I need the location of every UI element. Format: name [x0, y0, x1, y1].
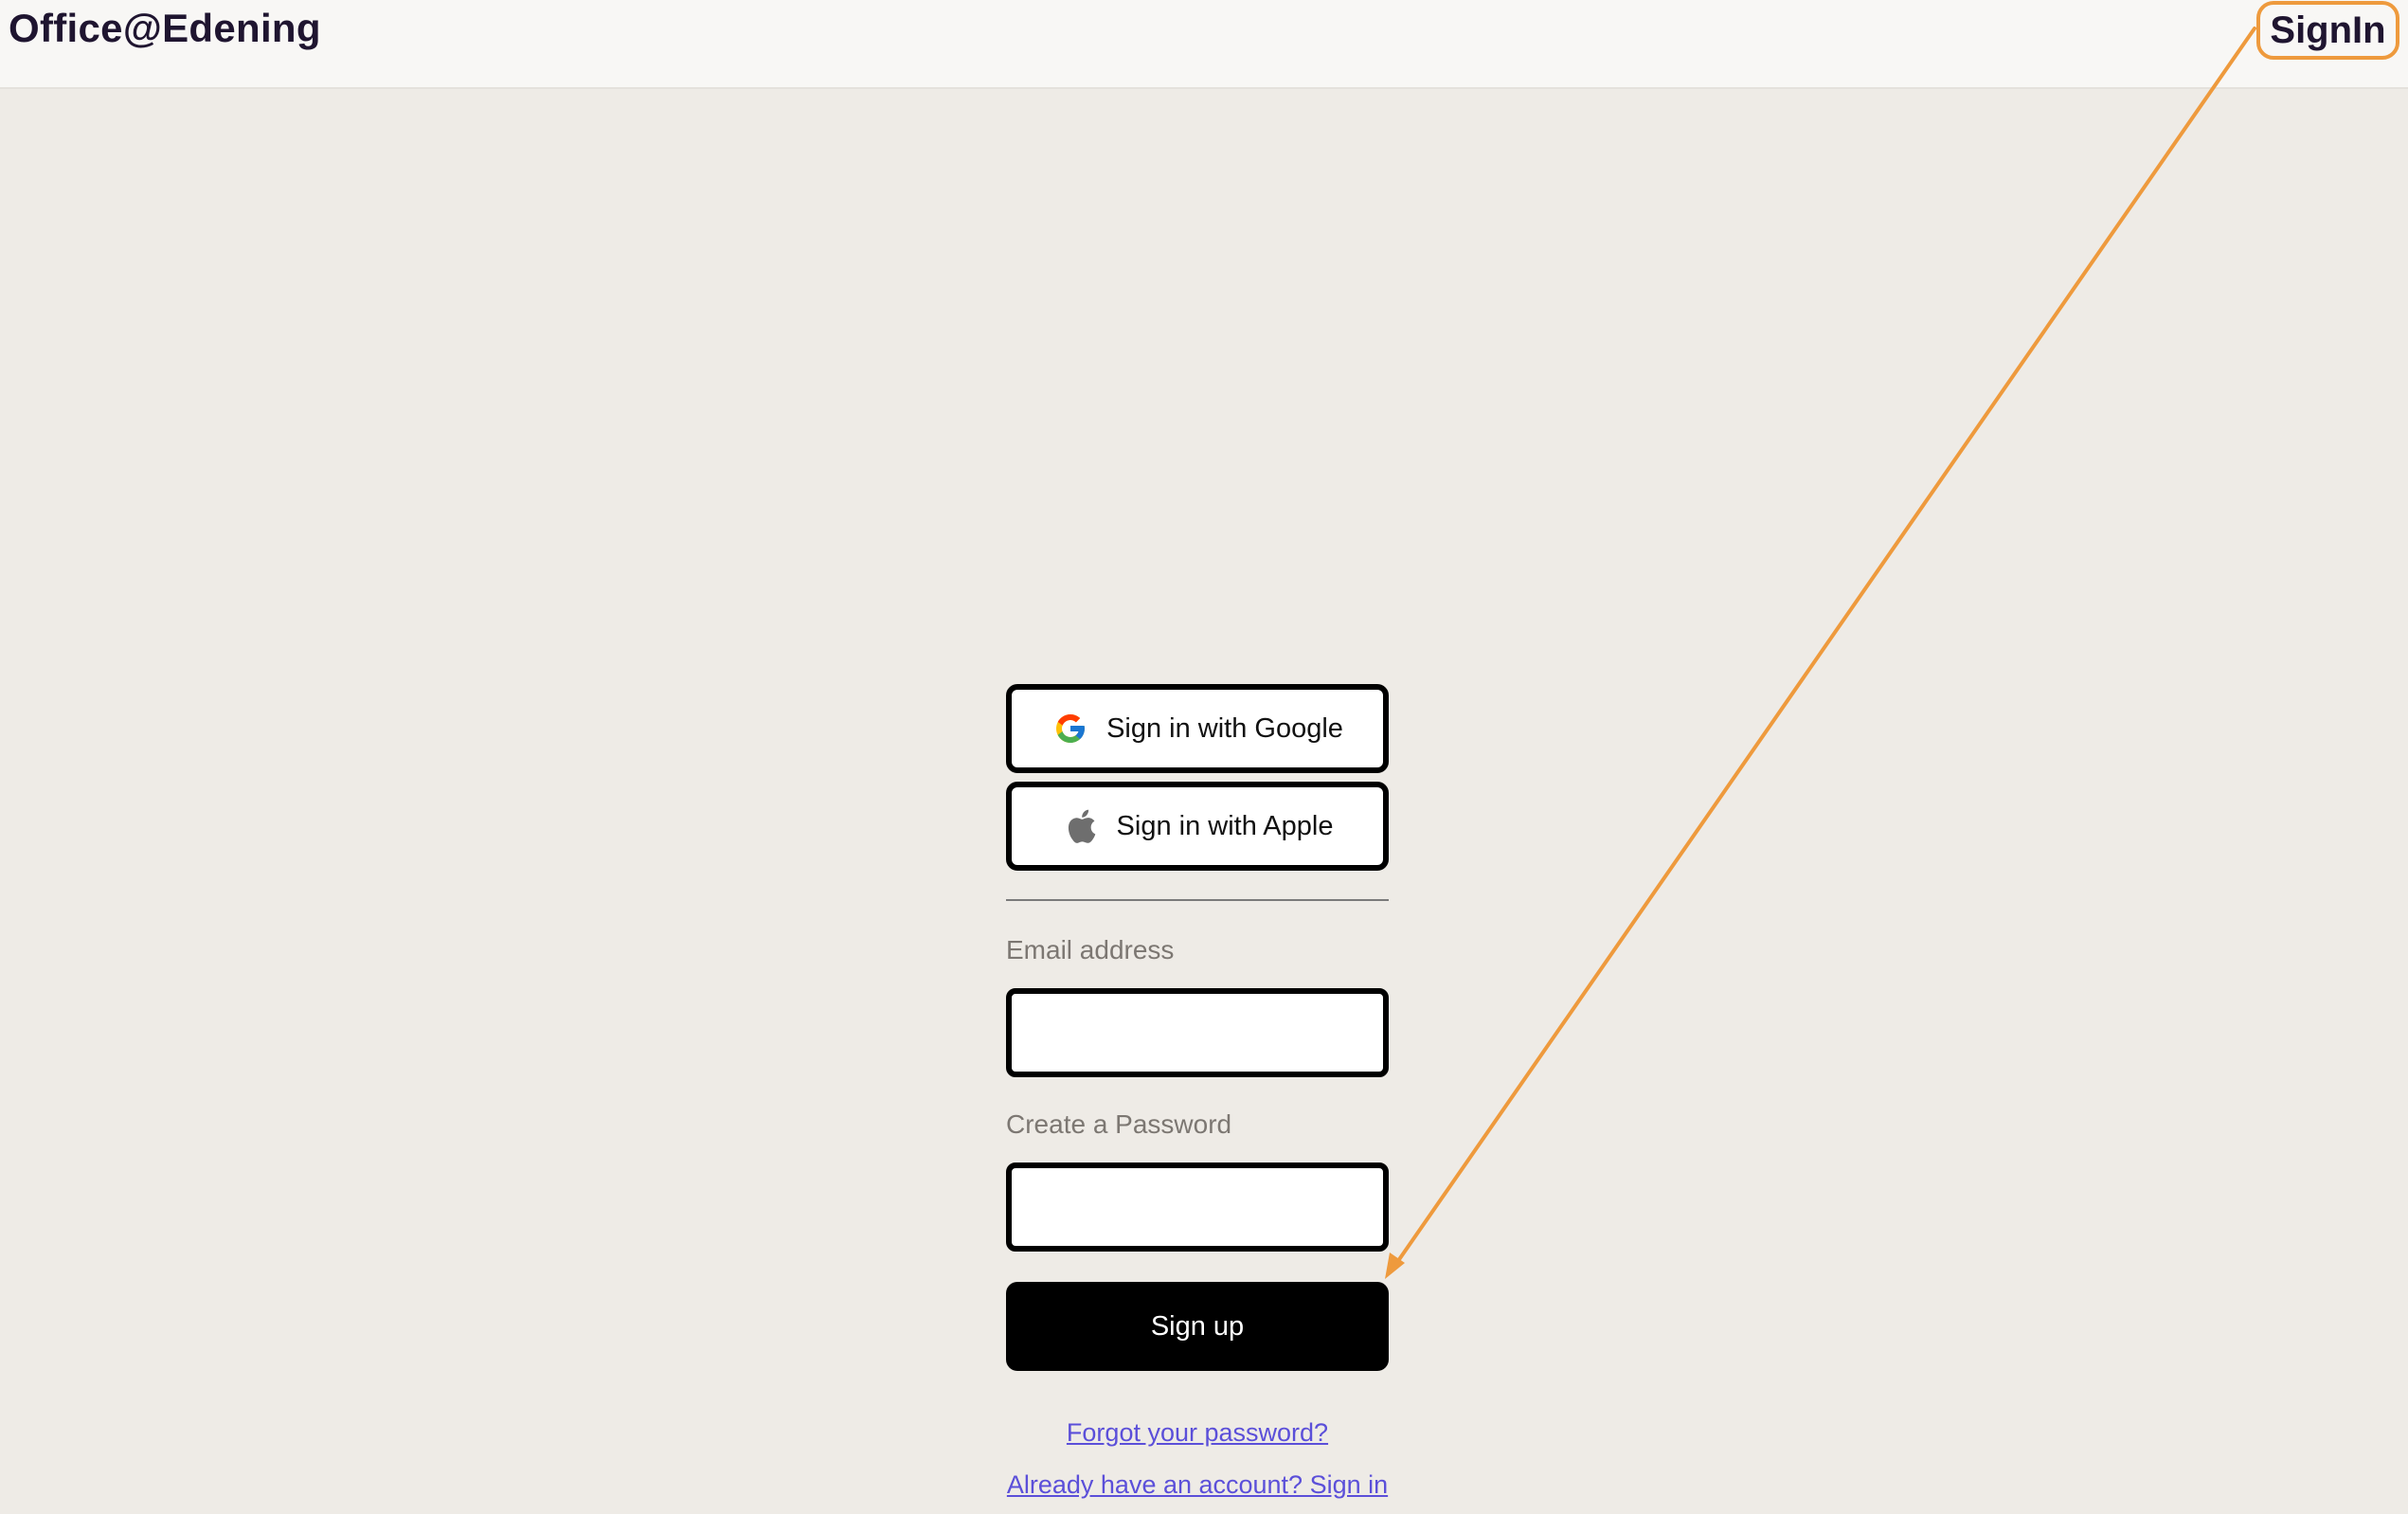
brand-logo[interactable]: Office@Edening	[9, 6, 321, 51]
password-field[interactable]	[1006, 1163, 1389, 1252]
divider	[1006, 899, 1389, 901]
header-signin-label: SignIn	[2270, 9, 2386, 51]
google-icon	[1051, 710, 1089, 748]
annotation-arrow-line	[1392, 27, 2256, 1270]
signup-button[interactable]: Sign up	[1006, 1282, 1389, 1371]
email-field[interactable]	[1006, 988, 1389, 1077]
email-label: Email address	[1006, 935, 1175, 964]
google-signin-label: Sign in with Google	[1106, 712, 1343, 744]
apple-signin-label: Sign in with Apple	[1116, 810, 1334, 841]
header-signin-link[interactable]: SignIn	[2256, 1, 2399, 60]
apple-icon	[1062, 807, 1100, 845]
annotation-arrow-head	[1385, 1253, 1405, 1279]
apple-signin-button[interactable]: Sign in with Apple	[1006, 782, 1389, 871]
signin-link[interactable]: Already have an account? Sign in	[1006, 1470, 1389, 1500]
password-label: Create a Password	[1006, 1109, 1232, 1139]
forgot-password-link[interactable]: Forgot your password?	[1006, 1418, 1389, 1448]
top-bar: Office@Edening SignIn	[0, 0, 2408, 89]
google-signin-button[interactable]: Sign in with Google	[1006, 684, 1389, 773]
